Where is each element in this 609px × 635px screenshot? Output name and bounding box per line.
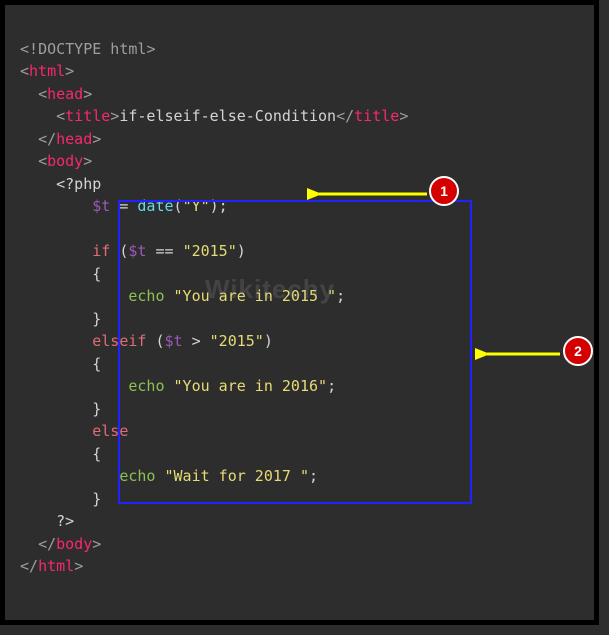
lt-slash3: </ bbox=[20, 557, 38, 575]
code-block: <!DOCTYPE html> <html> <head> <title>if-… bbox=[5, 5, 594, 610]
semi2: ; bbox=[327, 377, 336, 395]
doctype-open: <! bbox=[20, 40, 38, 58]
gt: > bbox=[65, 62, 74, 80]
html-close: html bbox=[38, 557, 74, 575]
gt: > bbox=[110, 107, 119, 125]
str-2015: "2015" bbox=[183, 242, 237, 260]
brace-open: { bbox=[92, 265, 101, 283]
annotation-badge-2: 2 bbox=[563, 336, 593, 366]
gt: > bbox=[92, 130, 101, 148]
eq: = bbox=[110, 197, 137, 215]
echo-kw3: echo bbox=[119, 467, 155, 485]
str-2017msg: "Wait for 2017 " bbox=[165, 467, 310, 485]
doctype-text: DOCTYPE html bbox=[38, 40, 146, 58]
gt: > bbox=[83, 152, 92, 170]
brace-close: } bbox=[92, 310, 101, 328]
brace-open3: { bbox=[92, 445, 101, 463]
var-t2: $t bbox=[128, 242, 146, 260]
paren-open: ( bbox=[174, 197, 183, 215]
paren-close-semi: ); bbox=[210, 197, 228, 215]
else-kw: else bbox=[92, 422, 128, 440]
lt-slash: </ bbox=[336, 107, 354, 125]
eqeq: == bbox=[146, 242, 182, 260]
echo-kw2: echo bbox=[128, 377, 164, 395]
body-close: body bbox=[56, 535, 92, 553]
brace-close2: } bbox=[92, 400, 101, 418]
str-y: "Y" bbox=[183, 197, 210, 215]
paren-close2: ) bbox=[264, 332, 273, 350]
brace-open2: { bbox=[92, 355, 101, 373]
html-tag: html bbox=[29, 62, 65, 80]
paren-close: ) bbox=[237, 242, 246, 260]
code-screenshot-frame: <!DOCTYPE html> <html> <head> <title>if-… bbox=[0, 0, 599, 625]
gt3: > bbox=[74, 557, 83, 575]
annotation-badge-1: 1 bbox=[429, 176, 459, 206]
str-2016msg: "You are in 2016" bbox=[174, 377, 328, 395]
body-tag: body bbox=[47, 152, 83, 170]
lt: < bbox=[38, 152, 47, 170]
if-kw: if bbox=[92, 242, 110, 260]
lt-slash2: </ bbox=[38, 535, 56, 553]
gt-op: > bbox=[183, 332, 210, 350]
brace-close3: } bbox=[92, 490, 101, 508]
title-tag: title bbox=[65, 107, 110, 125]
doctype-close: > bbox=[146, 40, 155, 58]
gt: > bbox=[399, 107, 408, 125]
date-fn: date bbox=[137, 197, 173, 215]
str-2015msg: "You are in 2015 " bbox=[174, 287, 337, 305]
cond1-open: ( bbox=[110, 242, 128, 260]
title-close: title bbox=[354, 107, 399, 125]
echo-kw: echo bbox=[128, 287, 164, 305]
var-t3: $t bbox=[165, 332, 183, 350]
lt: < bbox=[20, 62, 29, 80]
semi: ; bbox=[336, 287, 345, 305]
cond2-open: ( bbox=[146, 332, 164, 350]
lt: < bbox=[38, 85, 47, 103]
gt: > bbox=[83, 85, 92, 103]
var-t: $t bbox=[92, 197, 110, 215]
gt2: > bbox=[92, 535, 101, 553]
lt-slash: </ bbox=[38, 130, 56, 148]
php-open: <?php bbox=[56, 175, 101, 193]
head-close: head bbox=[56, 130, 92, 148]
semi3: ; bbox=[309, 467, 318, 485]
elseif-kw: elseif bbox=[92, 332, 146, 350]
title-text: if-elseif-else-Condition bbox=[119, 107, 336, 125]
str-2015b: "2015" bbox=[210, 332, 264, 350]
head-tag: head bbox=[47, 85, 83, 103]
lt: < bbox=[56, 107, 65, 125]
php-close: ?> bbox=[56, 512, 74, 530]
